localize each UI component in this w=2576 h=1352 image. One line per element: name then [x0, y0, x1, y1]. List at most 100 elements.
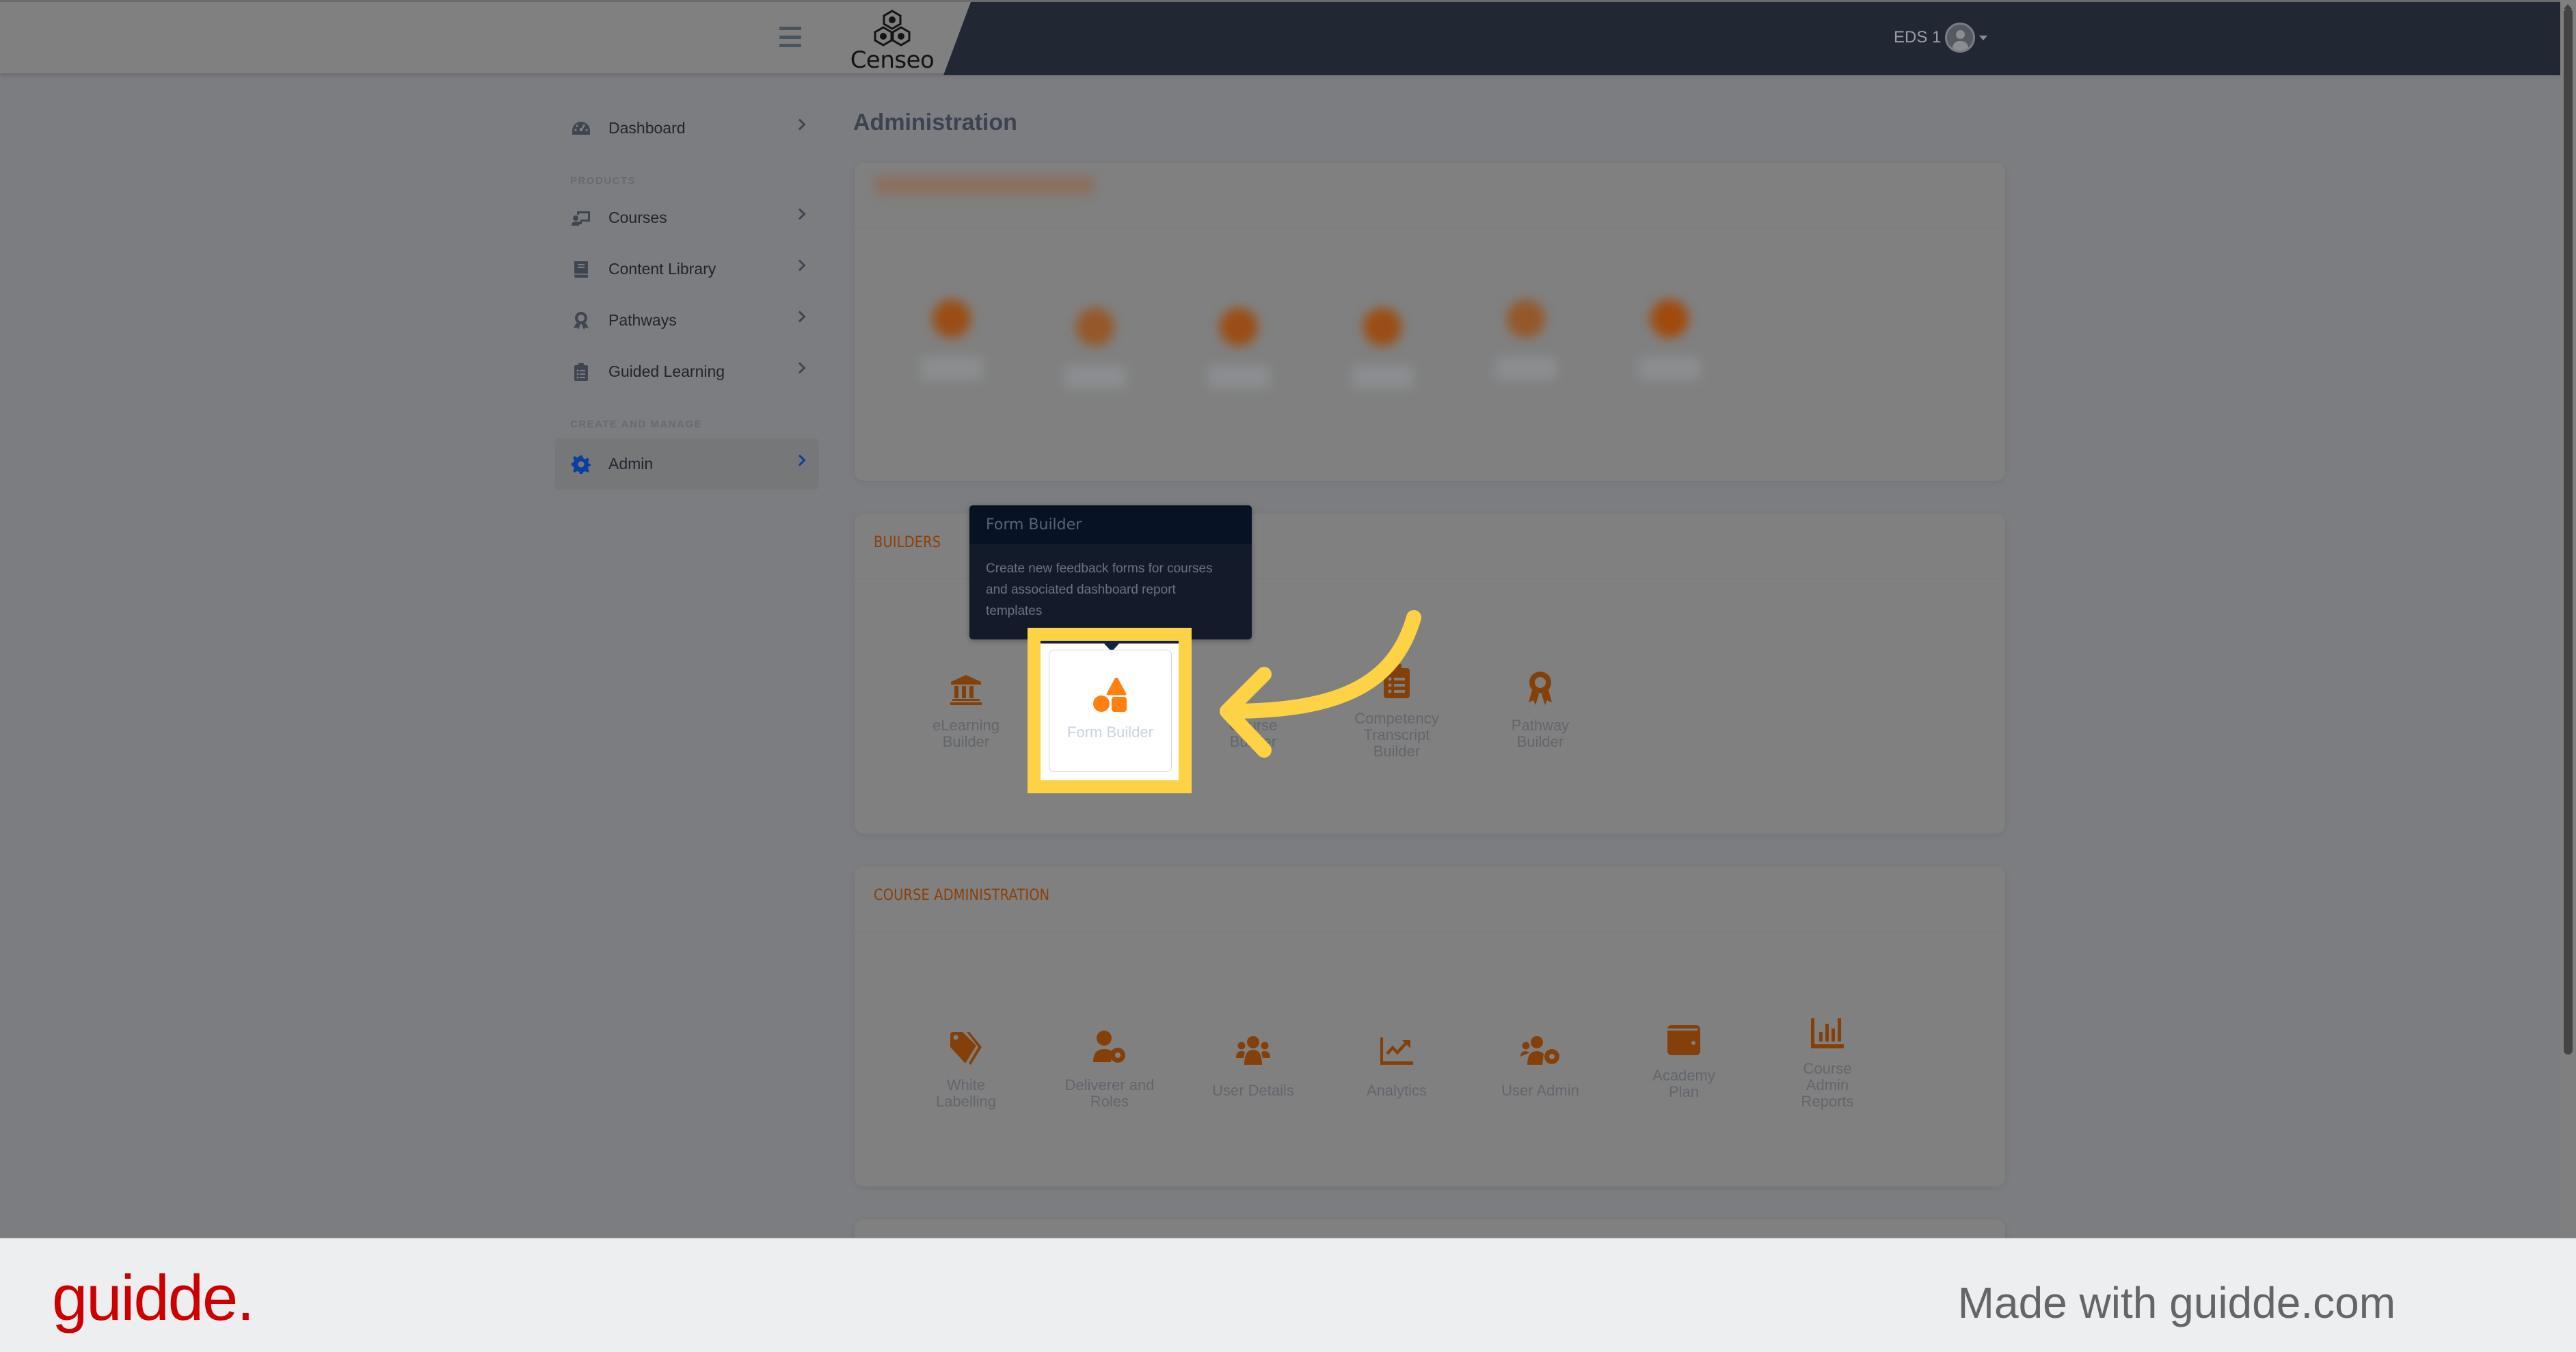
tile-course-admin-reports[interactable]: Course Admin Reports	[1766, 994, 1889, 1110]
sidebar-item-label: Guided Learning	[608, 362, 725, 380]
blurred-tile	[1321, 308, 1444, 388]
app-window: Censeo EDS 1 Dashboard PRODUCTS Courses	[0, 0, 2576, 1238]
tile-label-line: Course	[1803, 1060, 1852, 1077]
chart-bar-icon	[1766, 994, 1889, 1048]
guidde-logo[interactable]: guidde.	[52, 1261, 254, 1335]
tile-pathway-builder[interactable]: Pathway Builder	[1479, 650, 1602, 750]
tile-deliverer-and-roles[interactable]: Deliverer and Roles	[1048, 1010, 1171, 1110]
award-icon	[1479, 650, 1602, 705]
tile-label-line: White	[946, 1076, 986, 1093]
sidebar-item-label: Content Library	[608, 260, 716, 278]
course-administration-title: COURSE ADMINISTRATION	[874, 887, 1050, 904]
chevron-right-icon	[794, 310, 806, 323]
institution-icon	[904, 650, 1028, 705]
vertical-scrollbar[interactable]	[2560, 0, 2576, 1238]
sidebar-item-courses[interactable]: Courses	[555, 192, 819, 243]
sidebar-item-dashboard[interactable]: Dashboard	[555, 103, 819, 154]
tile-form-builder[interactable]: Form Builder	[1049, 650, 1172, 772]
tile-label: Course Admin Reports	[1766, 1061, 1889, 1110]
hamburger-line	[779, 27, 801, 30]
tile-label-line: Course	[1229, 717, 1278, 734]
users-gear-icon	[1479, 1010, 1602, 1065]
user-menu[interactable]: EDS 1	[1894, 23, 1988, 53]
tile-label-line: Academy	[1652, 1067, 1715, 1084]
sidebar-item-guided-learning[interactable]: Guided Learning	[555, 346, 819, 397]
tile-label-line: Competency	[1354, 710, 1439, 727]
tile-label-line: Builder	[1516, 733, 1564, 750]
hamburger-line	[779, 44, 801, 47]
chalkboard-teacher-icon	[570, 207, 592, 229]
wallet-icon	[1622, 1000, 1745, 1055]
made-with-text[interactable]: Made with guidde.com	[1958, 1277, 2396, 1328]
chevron-right-icon	[794, 362, 806, 374]
users-icon	[1192, 1010, 1315, 1065]
tile-label: Pathway Builder	[1479, 717, 1602, 750]
tile-analytics[interactable]: Analytics	[1335, 1010, 1458, 1099]
caret-down-icon	[1979, 35, 1988, 40]
blurred-tile	[1608, 300, 1731, 380]
tile-label-line: Reports	[1801, 1093, 1854, 1110]
tile-competency-transcript-builder[interactable]: Competency Transcript Builder	[1335, 644, 1458, 760]
sidebar-item-pathways[interactable]: Pathways	[555, 295, 819, 346]
blurred-admin-card	[855, 163, 2005, 481]
tile-label-line: Plan	[1668, 1083, 1700, 1100]
tile-label: Course Builder	[1192, 717, 1315, 750]
chevron-right-icon	[794, 118, 806, 131]
tile-white-labelling[interactable]: White Labelling	[904, 1010, 1028, 1110]
sidebar-item-label: Dashboard	[608, 119, 686, 137]
blurred-tile	[1464, 300, 1587, 380]
tile-label: eLearning Builder	[904, 717, 1028, 750]
highlight-box: Form Builder	[1028, 628, 1192, 793]
tile-label: White Labelling	[904, 1077, 1028, 1110]
next-card	[855, 1219, 2005, 1238]
form-builder-tooltip: Form Builder Create new feedback forms f…	[969, 505, 1252, 639]
user-gear-icon	[1048, 1010, 1171, 1065]
hamburger-menu-button[interactable]	[779, 27, 801, 47]
blurred-tile	[1177, 308, 1300, 388]
blurred-card-title	[875, 176, 1094, 194]
tile-label-line: Builder	[942, 733, 990, 750]
tile-course-builder[interactable]: Course Builder	[1192, 650, 1315, 750]
tile-label: User Details	[1212, 1082, 1294, 1099]
clipboard-list-icon	[570, 361, 592, 383]
chevron-right-icon	[794, 259, 806, 271]
censeo-logo[interactable]: Censeo	[850, 9, 935, 74]
ruler-pencil-icon	[1192, 650, 1315, 705]
clipboard-list-icon	[1335, 644, 1458, 698]
sidebar-item-label: Pathways	[608, 311, 677, 329]
tile-label-line: Admin	[1806, 1076, 1849, 1093]
top-bar: Censeo EDS 1	[0, 0, 2560, 75]
gear-icon	[570, 453, 592, 475]
sidebar-item-label: Admin	[608, 455, 654, 473]
sidebar-item-admin[interactable]: Admin	[555, 438, 819, 490]
guidde-footer: guidde. Made with guidde.com	[0, 1238, 2576, 1352]
tile-user-details[interactable]: User Details	[1192, 1010, 1315, 1099]
card-divider	[855, 931, 2005, 932]
tile-label: Form Builder	[1067, 724, 1153, 741]
censeo-logo-icon	[874, 10, 911, 47]
tile-label: Analytics	[1366, 1082, 1427, 1099]
tile-label-line: Builder	[1229, 733, 1277, 750]
course-administration-card: COURSE ADMINISTRATION White Labelling Del…	[855, 866, 2005, 1187]
hamburger-line	[779, 35, 801, 39]
tile-elearning-builder[interactable]: eLearning Builder	[904, 650, 1028, 750]
tile-academy-plan[interactable]: Academy Plan	[1622, 1000, 1745, 1100]
scrollbar-thumb[interactable]	[2564, 8, 2573, 1055]
user-name: EDS 1	[1894, 28, 1942, 47]
shapes-icon	[1093, 676, 1127, 712]
tile-label-line: Pathway	[1511, 717, 1570, 734]
tile-label: Competency Transcript Builder	[1335, 711, 1458, 760]
tile-label-line: Deliverer and	[1064, 1076, 1155, 1093]
sidebar-item-label: Courses	[608, 209, 667, 226]
sidebar-section-create-and-manage: CREATE AND MANAGE	[570, 419, 702, 430]
dashboard-gauge-icon	[570, 118, 592, 140]
app-name: Censeo	[850, 47, 935, 74]
tile-user-admin[interactable]: User Admin	[1479, 1010, 1602, 1099]
sidebar-item-content-library[interactable]: Content Library	[555, 243, 819, 295]
tile-label-line: Roles	[1090, 1093, 1129, 1110]
blurred-tile	[1034, 308, 1157, 388]
tooltip-title: Form Builder	[969, 505, 1252, 544]
tile-label-line: eLearning	[933, 717, 999, 734]
sidebar: Dashboard PRODUCTS Courses Content Libra…	[555, 103, 819, 490]
tile-label: Academy Plan	[1622, 1068, 1745, 1100]
